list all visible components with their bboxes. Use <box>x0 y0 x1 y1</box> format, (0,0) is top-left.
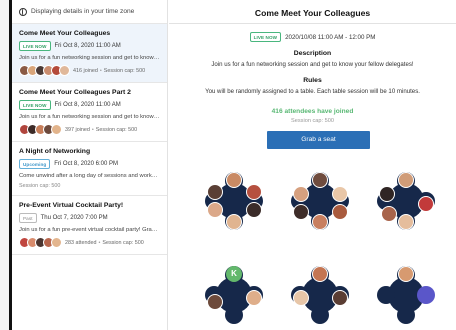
timezone-bar: Displaying details in your time zone <box>12 0 167 24</box>
session-capacity: Session cap: 500 <box>19 183 61 189</box>
description-heading: Description <box>293 50 332 57</box>
session-card[interactable]: A Night of Networking Upcoming Fri Oct 8… <box>12 142 167 196</box>
grab-seat-button[interactable]: Grab a seat <box>267 131 370 149</box>
session-datetime: Fri Oct 8, 2020 11:00 AM <box>54 43 121 49</box>
timezone-text: Displaying details in your time zone <box>31 8 135 15</box>
avatar <box>312 214 328 230</box>
session-card[interactable]: Pre-Event Virtual Cocktail Party! Past T… <box>12 196 167 255</box>
avatar <box>379 186 395 202</box>
avatar <box>332 186 348 202</box>
status-badge: LIVE NOW <box>249 32 282 42</box>
session-datetime: Thu Oct 7, 2020 7:00 PM <box>40 215 108 221</box>
rules-heading: Rules <box>303 77 322 84</box>
avatar <box>51 124 62 135</box>
session-description: Come unwind after a long day of sessions… <box>19 173 160 179</box>
rules-text: You will be randomly assigned to a table… <box>205 88 420 95</box>
avatar <box>207 294 223 310</box>
attendee-avatars <box>19 65 70 76</box>
avatar <box>51 237 62 248</box>
status-badge: Past <box>19 213 37 223</box>
session-description: Join us for a fun networking session and… <box>19 114 160 120</box>
avatar <box>246 290 262 306</box>
avatar <box>207 202 223 218</box>
session-card[interactable]: Come Meet Your Colleagues Part 2 LIVE NO… <box>12 83 167 142</box>
attendance-count: 283 attended <box>65 239 97 246</box>
session-title: Come Meet Your Colleagues Part 2 <box>19 89 131 96</box>
avatar <box>207 184 223 200</box>
page-title: Come Meet Your Colleagues <box>169 0 456 24</box>
session-detail: Come Meet Your Colleagues LIVE NOW 2020/… <box>169 0 456 330</box>
avatar <box>293 290 309 306</box>
avatar <box>398 172 414 188</box>
avatar <box>312 172 328 188</box>
attendance-count: 416 joined <box>73 67 98 74</box>
separator: • <box>98 239 101 246</box>
session-capacity: Session cap: 500 <box>95 126 138 133</box>
table[interactable] <box>289 170 351 232</box>
separator: • <box>99 67 102 74</box>
avatar <box>246 184 262 200</box>
session-datetime-range: 2020/10/08 11:00 AM - 12:00 PM <box>285 33 376 41</box>
avatar <box>293 204 309 220</box>
session-datetime: Fri Oct 8, 2020 11:00 AM <box>54 102 121 108</box>
description-text: Join us for a fun networking session and… <box>211 61 414 68</box>
session-sidebar: Displaying details in your time zone Com… <box>12 0 168 330</box>
initial-avatar: K <box>226 266 242 282</box>
attendee-avatars <box>19 124 62 135</box>
session-datetime: Fri Oct 8, 2020 6:00 PM <box>54 161 118 167</box>
avatar <box>381 206 397 222</box>
session-description: Join us for a fun networking session and… <box>19 55 160 61</box>
table[interactable] <box>289 264 351 326</box>
avatar <box>246 202 262 218</box>
separator: • <box>91 126 94 133</box>
avatar <box>226 214 242 230</box>
table[interactable] <box>375 170 437 232</box>
status-badge: Upcoming <box>19 159 51 169</box>
status-badge: LIVE NOW <box>19 100 51 110</box>
globe-icon <box>19 7 27 16</box>
session-capacity: Session cap: 500 <box>102 239 144 246</box>
left-rail <box>0 0 12 330</box>
session-title: A Night of Networking <box>19 148 91 155</box>
table[interactable] <box>375 264 437 326</box>
session-capacity: Session cap: 500 <box>103 67 146 74</box>
avatar <box>332 204 348 220</box>
joined-count: 416 attendees have joined <box>271 108 354 115</box>
avatar <box>398 214 414 230</box>
status-badge: LIVE NOW <box>19 41 51 51</box>
table[interactable] <box>203 170 265 232</box>
attendance-count: 397 joined <box>65 126 90 133</box>
session-capacity: Session cap: 500 <box>291 118 334 124</box>
session-card[interactable]: Come Meet Your Colleagues LIVE NOW Fri O… <box>12 24 167 83</box>
session-description: Join us for a fun pre-event virtual cock… <box>19 227 160 233</box>
avatar <box>59 65 70 76</box>
avatar <box>332 290 348 306</box>
avatar <box>226 172 242 188</box>
session-title: Pre-Event Virtual Cocktail Party! <box>19 202 124 209</box>
avatar <box>312 266 328 282</box>
attendee-avatars <box>19 237 62 248</box>
session-title: Come Meet Your Colleagues <box>19 30 111 37</box>
avatar <box>418 196 434 212</box>
avatar <box>398 266 414 282</box>
table[interactable]: K <box>203 264 265 326</box>
avatar <box>293 186 309 202</box>
